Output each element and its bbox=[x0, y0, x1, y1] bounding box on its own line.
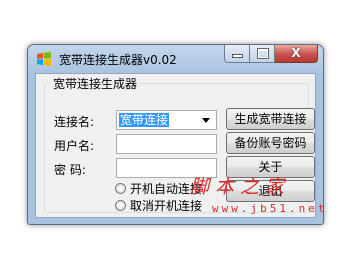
minimize-button[interactable] bbox=[224, 45, 250, 63]
connection-name-value: 宽带连接 bbox=[119, 113, 170, 127]
watermark-url: www.jb51.net bbox=[212, 202, 328, 215]
password-label: 密 码: bbox=[54, 163, 86, 177]
watermark: 脚本之家 www.jb51.net bbox=[190, 172, 350, 222]
close-button[interactable]: X bbox=[275, 45, 318, 63]
chevron-down-icon[interactable] bbox=[202, 118, 210, 123]
cancel-autostart-radio[interactable] bbox=[115, 199, 126, 211]
windows-logo-icon bbox=[37, 52, 51, 66]
title-bar[interactable]: 宽带连接生成器v0.02 X bbox=[28, 45, 323, 73]
generate-connection-button[interactable]: 生成宽带连接 bbox=[226, 108, 315, 130]
close-icon: X bbox=[291, 46, 301, 60]
group-title: 宽带连接生成器 bbox=[51, 75, 140, 92]
connection-name-combobox[interactable]: 宽带连接 bbox=[116, 110, 217, 130]
window-title: 宽带连接生成器v0.02 bbox=[59, 53, 177, 67]
autostart-radio[interactable] bbox=[115, 182, 126, 194]
cancel-autostart-option[interactable]: 取消开机连接 bbox=[115, 197, 202, 213]
watermark-title: 脚本之家 bbox=[190, 176, 291, 198]
autostart-option[interactable]: 开机自动连接 bbox=[115, 180, 202, 196]
caption-buttons: X bbox=[224, 45, 318, 64]
username-label: 用户名: bbox=[54, 139, 95, 153]
username-input[interactable] bbox=[116, 134, 217, 154]
backup-account-button[interactable]: 备份账号密码 bbox=[226, 132, 315, 154]
maximize-button[interactable] bbox=[250, 45, 275, 63]
connection-name-label: 连接名: bbox=[54, 115, 95, 129]
